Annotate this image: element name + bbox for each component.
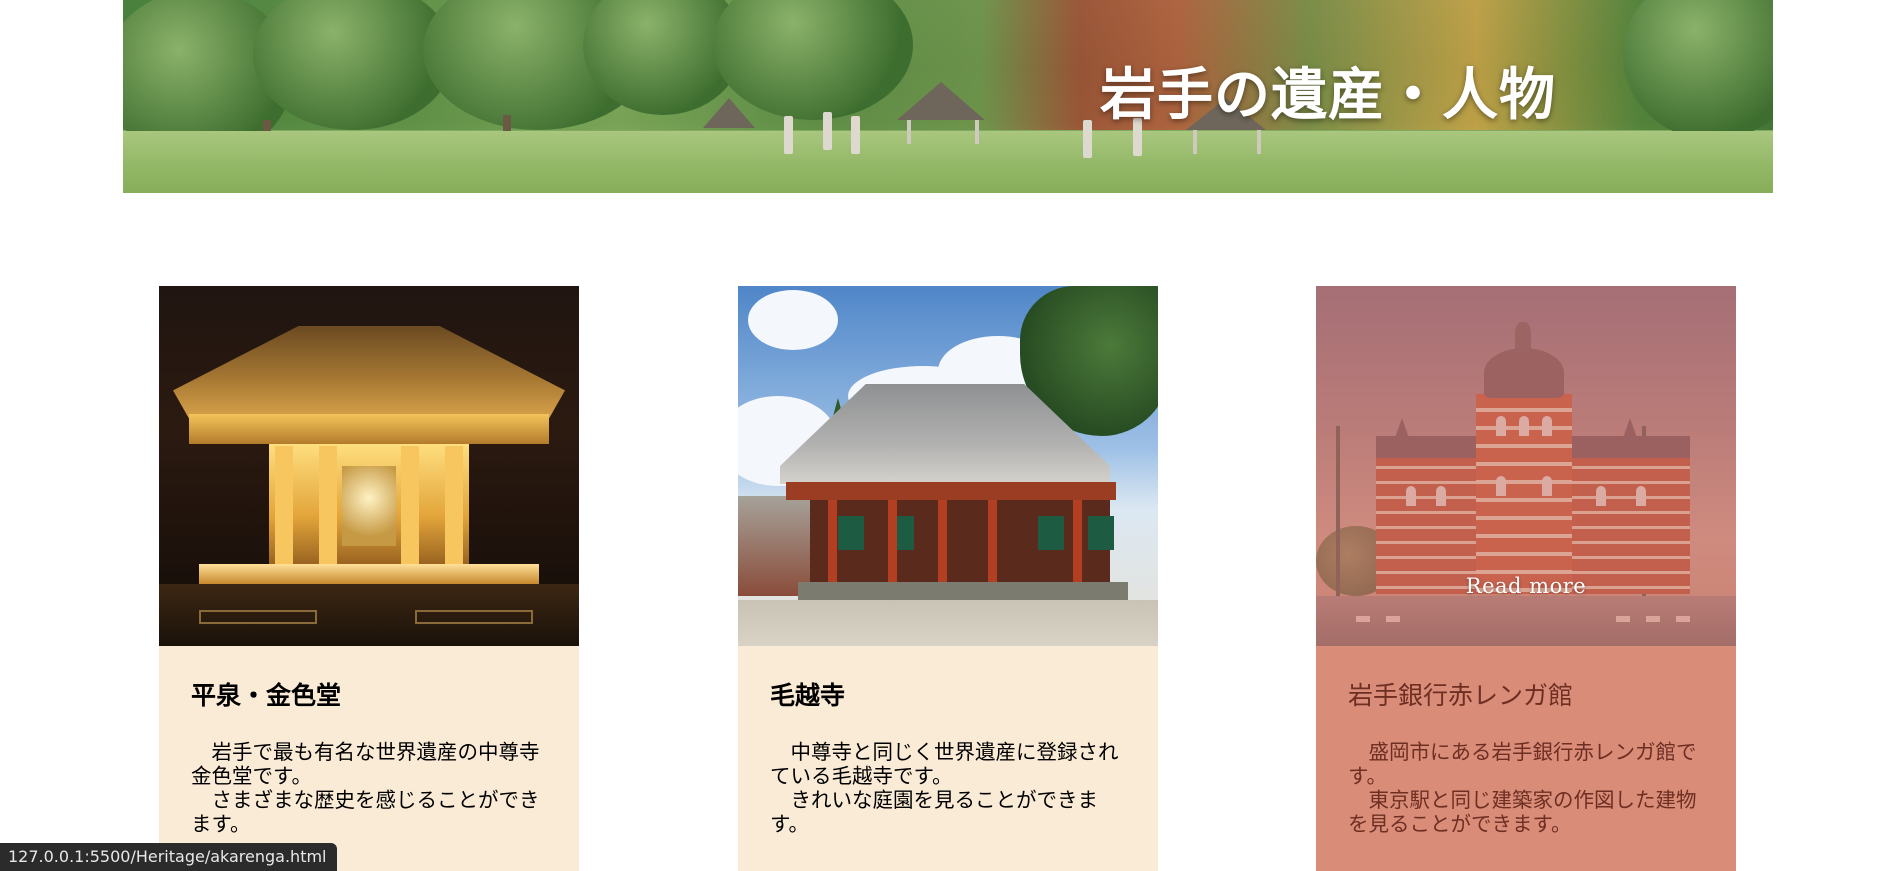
card-body: 岩手銀行赤レンガ館 盛岡市にある岩手銀行赤レンガ館です。 東京駅と同じ建築家の作… — [1316, 646, 1736, 836]
hero-pavilion-post — [1257, 130, 1261, 154]
card-paragraph: さまざまな歴史を感じることができます。 — [191, 788, 540, 836]
hero-stone-pillar — [823, 112, 832, 150]
temple-beam — [786, 482, 1116, 500]
hero-stone-pillar — [1083, 120, 1092, 158]
floor-vent — [415, 610, 533, 624]
hero-stone-pillar — [851, 116, 860, 154]
hero-lawn — [123, 131, 1773, 193]
card-paragraph: 中尊寺と同じく世界遺産に登録されている毛越寺です。 — [770, 740, 1119, 788]
temple-window — [838, 516, 864, 550]
card-title: 毛越寺 — [770, 681, 846, 710]
temple-window — [1088, 516, 1114, 550]
card-image-akarenga[interactable]: Read more — [1316, 286, 1736, 646]
card-description: 中尊寺と同じく世界遺産に登録されている毛越寺です。 きれいな庭園を見ることができ… — [770, 740, 1128, 836]
sky-cloud — [748, 290, 838, 350]
hall-pillar — [319, 446, 337, 564]
hall-roof — [173, 326, 565, 418]
hero-pavilion-post — [975, 120, 979, 144]
card-description: 盛岡市にある岩手銀行赤レンガ館です。 東京駅と同じ建築家の作図した建物を見ること… — [1348, 740, 1706, 836]
card-paragraph: 盛岡市にある岩手銀行赤レンガ館です。 — [1348, 740, 1697, 788]
hall-pillar — [401, 446, 419, 564]
hero-banner: 岩手の遺産・人物 — [123, 0, 1773, 193]
card-title: 岩手銀行赤レンガ館 — [1348, 681, 1574, 710]
hall-pillar — [445, 446, 463, 564]
temple-base — [798, 582, 1128, 600]
temple-ground — [738, 600, 1158, 646]
hero-pavilion-post — [907, 120, 911, 144]
card-paragraph: 岩手で最も有名な世界遺産の中尊寺金色堂です。 — [191, 740, 540, 788]
hero-pavilion-post — [1193, 130, 1197, 154]
heritage-card-konjikido[interactable]: 平泉・金色堂 岩手で最も有名な世界遺産の中尊寺金色堂です。 さまざまな歴史を感じ… — [159, 286, 579, 871]
hero-title: 岩手の遺産・人物 — [1100, 62, 1556, 128]
card-description: 岩手で最も有名な世界遺産の中尊寺金色堂です。 さまざまな歴史を感じることができま… — [191, 740, 549, 836]
hero-stone-pillar — [784, 116, 793, 154]
hall-altar — [342, 466, 396, 546]
hero-pavilion-roof — [897, 82, 985, 120]
card-image-konjikido[interactable] — [159, 286, 579, 646]
hall-eave — [189, 414, 549, 444]
hall-pillar — [275, 446, 293, 564]
hall-dais — [199, 564, 539, 584]
card-paragraph: きれいな庭園を見ることができます。 — [770, 788, 1098, 836]
heritage-card-akarenga[interactable]: Read more 岩手銀行赤レンガ館 盛岡市にある岩手銀行赤レンガ館です。 東… — [1316, 286, 1736, 871]
card-title: 平泉・金色堂 — [191, 681, 342, 710]
temple-window — [1038, 516, 1064, 550]
card-body: 毛越寺 中尊寺と同じく世界遺産に登録されている毛越寺です。 きれいな庭園を見るこ… — [738, 646, 1158, 836]
side-building — [738, 496, 818, 596]
card-paragraph: 東京駅と同じ建築家の作図した建物を見ることができます。 — [1348, 788, 1697, 836]
floor-vent — [199, 610, 317, 624]
read-more-link[interactable]: Read more — [1316, 574, 1736, 598]
heritage-card-motsuji[interactable]: 毛越寺 中尊寺と同じく世界遺産に登録されている毛越寺です。 きれいな庭園を見るこ… — [738, 286, 1158, 871]
card-body: 平泉・金色堂 岩手で最も有名な世界遺産の中尊寺金色堂です。 さまざまな歴史を感じ… — [159, 646, 579, 836]
link-preview-status-bar: 127.0.0.1:5500/Heritage/akarenga.html — [0, 843, 337, 871]
hero-pavilion-roof — [703, 98, 755, 128]
card-image-motsuji[interactable] — [738, 286, 1158, 646]
